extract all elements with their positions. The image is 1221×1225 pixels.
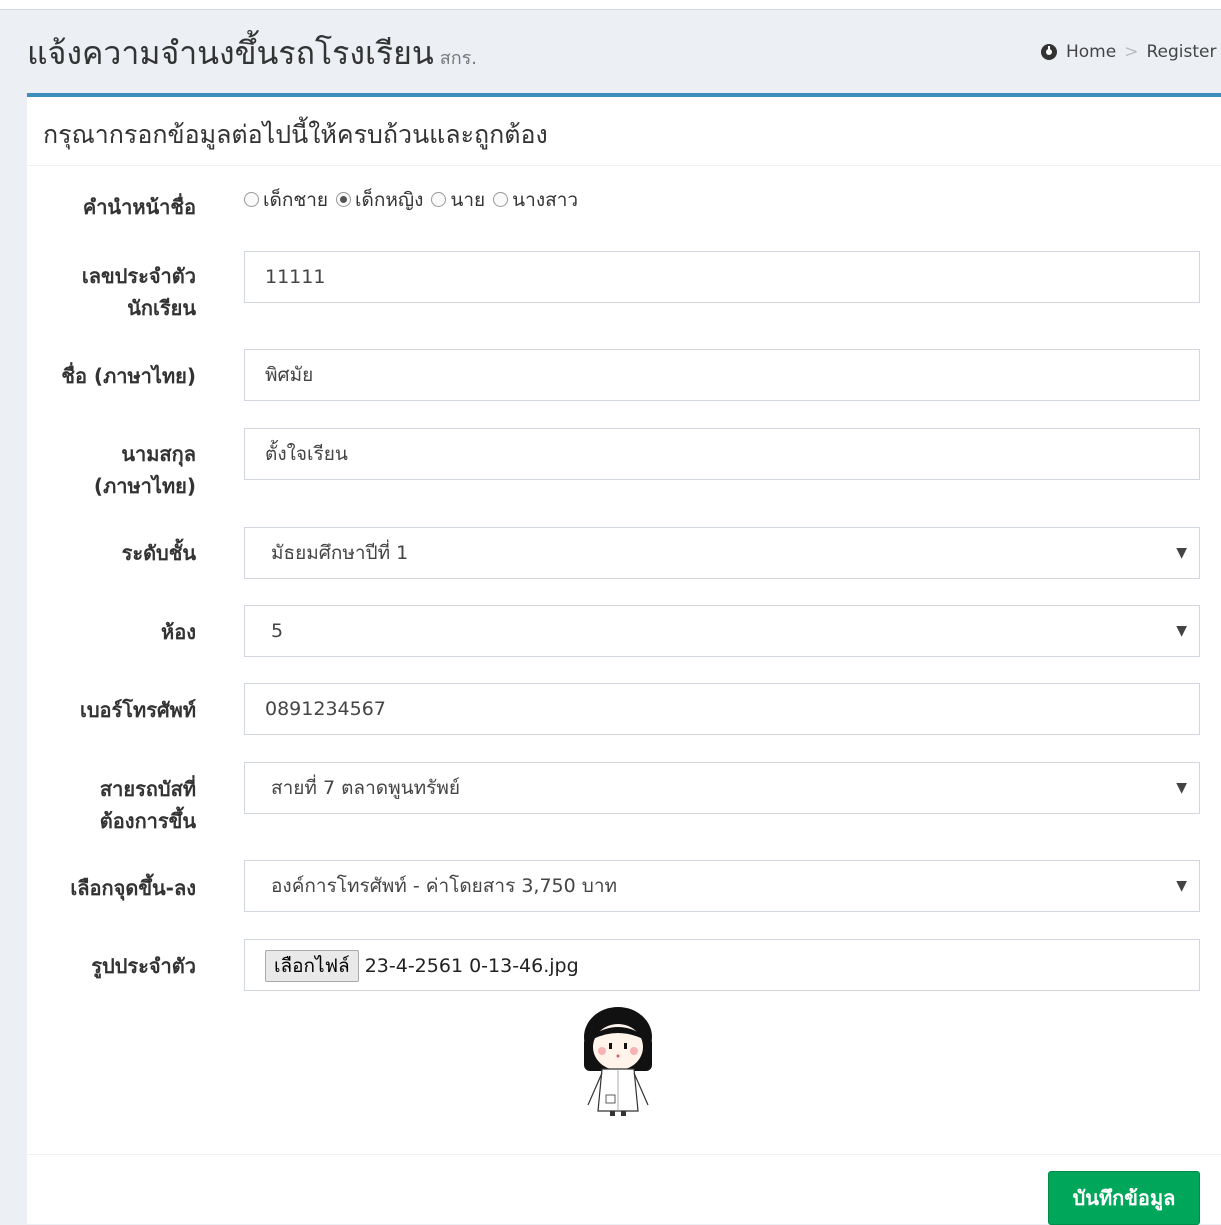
- student-id-label: เลขประจำตัว นักเรียน: [26, 260, 196, 324]
- caret-down-icon: ▼: [1176, 878, 1187, 894]
- student-id-label-line1: เลขประจำตัว: [81, 264, 196, 288]
- prefix-label: คำนำหน้าชื่อ: [82, 195, 196, 219]
- stop-select-value: องค์การโทรศัพท์ - ค่าโดยสาร 3,750 บาท: [271, 875, 618, 897]
- breadcrumb: Home > Register: [1040, 42, 1216, 62]
- last-name-label-line1: นามสกุล: [121, 442, 196, 466]
- radio-boy[interactable]: [244, 192, 259, 207]
- divider: [27, 1154, 1221, 1155]
- photo-preview: [584, 1007, 652, 1116]
- last-name-label: นามสกุล (ภาษาไทย): [26, 438, 196, 502]
- room-select[interactable]: 5 ▼: [244, 605, 1200, 657]
- file-name: 23-4-2561 0-13-46.jpg: [364, 954, 579, 977]
- radio-girl-label[interactable]: เด็กหญิง: [355, 189, 423, 211]
- breadcrumb-separator: >: [1124, 42, 1139, 62]
- page-subtitle: สกร.: [439, 48, 477, 69]
- bus-route-label-line1: สายรถบัสที่: [99, 777, 196, 801]
- breadcrumb-home[interactable]: Home: [1066, 42, 1116, 62]
- radio-miss[interactable]: [493, 192, 509, 207]
- divider: [27, 165, 1221, 166]
- prefix-radio-group: เด็กชาย เด็กหญิง นาย นางสาว: [244, 185, 586, 215]
- save-button[interactable]: บันทึกข้อมูล: [1048, 1171, 1200, 1225]
- page-title-text: แจ้งความจำนงขึ้นรถโรงเรียน: [27, 34, 434, 72]
- bus-route-select-value: สายที่ 7 ตลาดพูนทรัพย์: [271, 777, 460, 799]
- choose-file-button[interactable]: เลือกไฟล์: [265, 949, 359, 982]
- radio-miss-label[interactable]: นางสาว: [512, 189, 578, 211]
- radio-mr-label[interactable]: นาย: [450, 189, 485, 211]
- first-name-label: ชื่อ (ภาษาไทย): [61, 364, 196, 388]
- breadcrumb-current: Register: [1146, 42, 1217, 62]
- caret-down-icon: ▼: [1176, 545, 1187, 561]
- last-name-input[interactable]: ตั้งใจเรียน: [244, 428, 1200, 480]
- room-label: ห้อง: [161, 620, 196, 644]
- content-header: แจ้งความจำนงขึ้นรถโรงเรียน สกร. Home > Regi…: [0, 10, 1221, 92]
- photo-label: รูปประจำตัว: [91, 954, 196, 978]
- radio-girl[interactable]: [336, 192, 352, 207]
- phone-input[interactable]: 0891234567: [244, 683, 1200, 735]
- bus-route-label-line2: ต้องการขึ้น: [99, 809, 196, 833]
- photo-file-input[interactable]: เลือกไฟล์ 23-4-2561 0-13-46.jpg: [244, 939, 1200, 991]
- top-bar: [0, 0, 1221, 10]
- last-name-label-line2: (ภาษาไทย): [93, 474, 196, 498]
- form-box: กรุณากรอกข้อมูลต่อไปนี้ให้ครบถ้วนและถูกต…: [26, 93, 1221, 1225]
- grade-select[interactable]: มัธยมศึกษาปีที่ 1 ▼: [244, 527, 1200, 579]
- page-title: แจ้งความจำนงขึ้นรถโรงเรียน สกร.: [27, 28, 477, 79]
- first-name-input[interactable]: พิศมัย: [244, 349, 1200, 401]
- caret-down-icon: ▼: [1176, 623, 1187, 639]
- bus-route-select[interactable]: สายที่ 7 ตลาดพูนทรัพย์ ▼: [244, 762, 1200, 814]
- dashboard-icon: [1041, 44, 1057, 60]
- student-id-label-line2: นักเรียน: [127, 296, 196, 320]
- grade-label: ระดับชั้น: [121, 541, 196, 565]
- stop-label: เลือกจุดขึ้น-ลง: [70, 876, 196, 900]
- radio-boy-label[interactable]: เด็กชาย: [263, 189, 328, 211]
- caret-down-icon: ▼: [1176, 780, 1187, 796]
- student-id-input[interactable]: 11111: [244, 251, 1200, 303]
- bus-route-label: สายรถบัสที่ ต้องการขึ้น: [26, 773, 196, 837]
- grade-select-value: มัธยมศึกษาปีที่ 1: [271, 542, 409, 564]
- radio-mr[interactable]: [431, 192, 447, 207]
- room-select-value: 5: [271, 620, 284, 642]
- stop-select[interactable]: องค์การโทรศัพท์ - ค่าโดยสาร 3,750 บาท ▼: [244, 860, 1200, 912]
- phone-label: เบอร์โทรศัพท์: [79, 698, 196, 722]
- form-title: กรุณากรอกข้อมูลต่อไปนี้ให้ครบถ้วนและถูกต…: [43, 120, 548, 149]
